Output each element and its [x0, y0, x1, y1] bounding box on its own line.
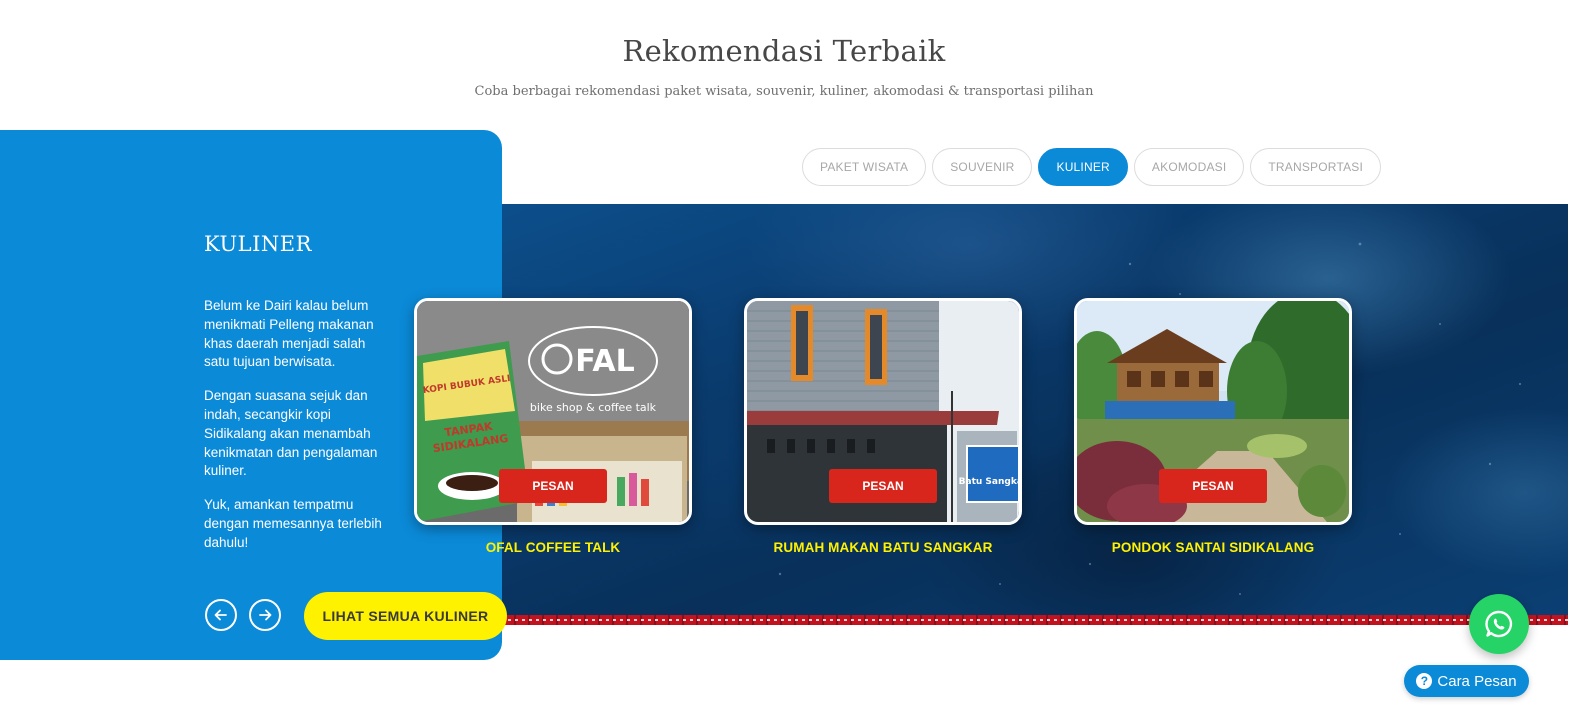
whatsapp-icon	[1485, 610, 1513, 638]
product-card-batu-sangkar[interactable]: Batu Sangkar PESAN	[744, 298, 1022, 525]
question-circle-icon: ?	[1416, 673, 1433, 689]
carousel-prev-button[interactable]	[205, 599, 237, 631]
card-title: RUMAH MAKAN BATU SANGKAR	[773, 540, 993, 555]
tab-transportasi[interactable]: TRANSPORTASI	[1250, 148, 1382, 186]
card-title: OFAL COFFEE TALK	[485, 540, 621, 555]
see-all-kuliner-button[interactable]: LIHAT SEMUA KULINER	[304, 592, 507, 640]
section-subtitle: Coba berbagai rekomendasi paket wisata, …	[474, 84, 1094, 99]
sign-text: Batu Sangkar	[959, 477, 1019, 487]
card-title: PONDOK SANTAI SIDIKALANG	[1111, 540, 1315, 555]
pesan-button[interactable]: PESAN	[829, 469, 937, 503]
sign-subtext: bike shop & coffee talk	[530, 401, 657, 414]
product-card-ofal[interactable]: FAL bike shop & coffee talk KOPI BUBUK A…	[414, 298, 692, 525]
panel-paragraph: Yuk, amankan tempatmu dengan memesannya …	[204, 497, 382, 550]
pesan-button[interactable]: PESAN	[1159, 469, 1267, 503]
arrow-left-icon	[214, 609, 227, 621]
section-title: Rekomendasi Terbaik	[622, 34, 946, 68]
carousel-next-button[interactable]	[249, 599, 281, 631]
tab-kuliner[interactable]: KULINER	[1038, 148, 1128, 186]
arrow-right-icon	[259, 609, 272, 621]
decorative-ulos-stripe	[480, 615, 1568, 625]
tab-akomodasi[interactable]: AKOMODASI	[1133, 148, 1245, 186]
tab-souvenir[interactable]: SOUVENIR	[932, 148, 1033, 186]
product-card-pondok-santai[interactable]: PESAN	[1074, 298, 1352, 525]
tab-paket-wisata[interactable]: PAKET WISATA	[802, 148, 927, 186]
whatsapp-button[interactable]	[1469, 594, 1529, 654]
category-tabs: PAKET WISATA SOUVENIR KULINER AKOMODASI …	[802, 148, 1382, 186]
pesan-button[interactable]: PESAN	[499, 469, 607, 503]
cara-pesan-label: Cara Pesan	[1437, 672, 1517, 690]
panel-description: Belum ke Dairi kalau belum menikmati Pel…	[204, 297, 382, 568]
cara-pesan-button[interactable]: ? Cara Pesan	[1404, 665, 1529, 697]
panel-paragraph: Dengan suasana sejuk dan indah, secangki…	[204, 388, 378, 479]
panel-paragraph: Belum ke Dairi kalau belum menikmati Pel…	[204, 298, 374, 370]
panel-title: KULINER	[204, 232, 312, 256]
sign-text: FAL	[575, 344, 634, 379]
